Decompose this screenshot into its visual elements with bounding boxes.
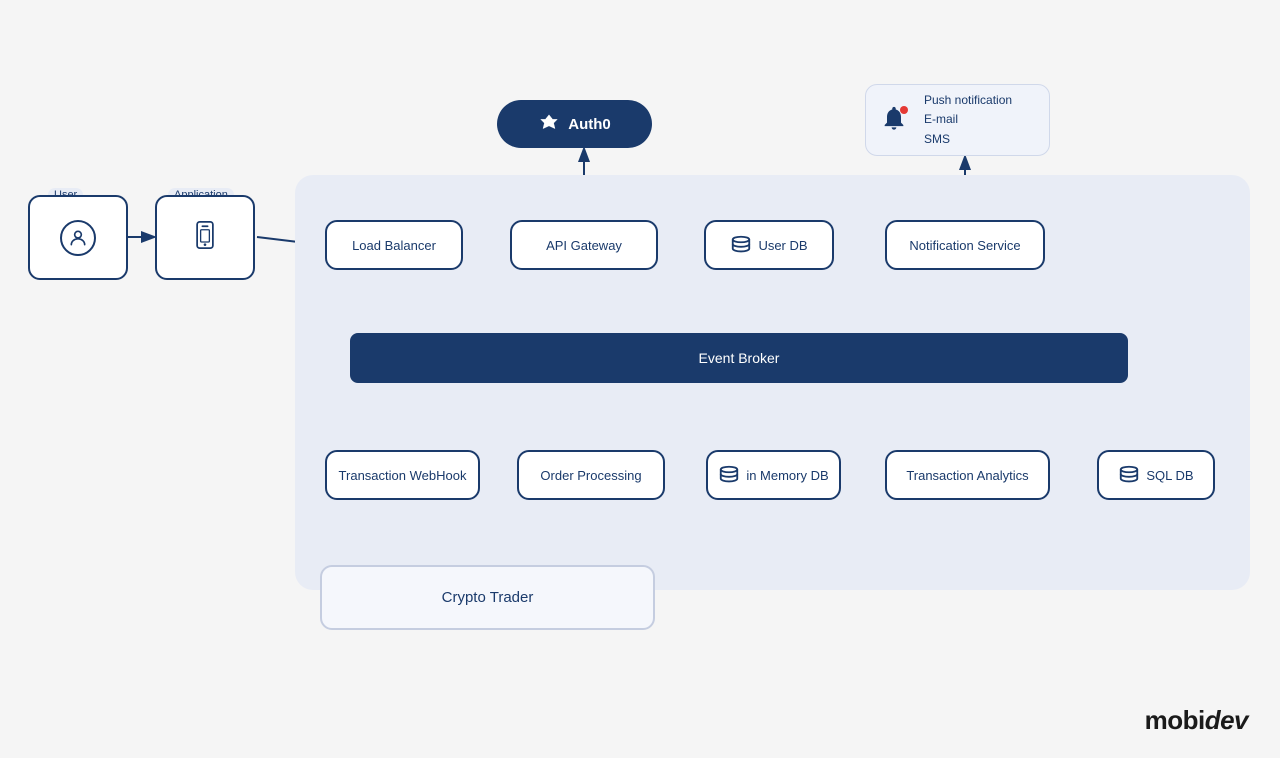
in-memory-db-icon	[718, 464, 740, 486]
user-db-label: User DB	[758, 238, 807, 253]
mobidev-logo: mobidev	[1145, 705, 1248, 736]
transaction-webhook-node: Transaction WebHook	[325, 450, 480, 500]
application-node	[155, 195, 255, 280]
notification-text: Push notification E-mail SMS	[924, 91, 1012, 149]
api-gateway-node: API Gateway	[510, 220, 658, 270]
notification-service-label: Notification Service	[909, 238, 1020, 253]
auth0-label: Auth0	[568, 116, 611, 133]
notification-dot	[900, 106, 908, 114]
sql-db-label: SQL DB	[1146, 468, 1193, 483]
in-memory-db-label: in Memory DB	[746, 468, 828, 483]
auth0-icon	[538, 113, 560, 135]
notification-service-node: Notification Service	[885, 220, 1045, 270]
phone-icon	[194, 221, 216, 255]
in-memory-db-node: in Memory DB	[706, 450, 841, 500]
user-person-icon	[60, 220, 96, 256]
load-balancer-node: Load Balancer	[325, 220, 463, 270]
auth0-node: Auth0	[497, 100, 652, 148]
transaction-webhook-label: Transaction WebHook	[339, 468, 467, 483]
user-db-icon	[730, 234, 752, 256]
diagram-area: Auth0 Push notification E-mail SMS User …	[0, 0, 1280, 758]
event-broker-label: Event Broker	[699, 350, 780, 366]
event-broker-node: Event Broker	[350, 333, 1128, 383]
sql-db-icon	[1118, 464, 1140, 486]
logo-mobi: mobi	[1145, 705, 1205, 735]
load-balancer-label: Load Balancer	[352, 238, 436, 253]
sql-db-node: SQL DB	[1097, 450, 1215, 500]
transaction-analytics-label: Transaction Analytics	[906, 468, 1028, 483]
user-node	[28, 195, 128, 280]
bell-icon	[880, 104, 912, 136]
transaction-analytics-node: Transaction Analytics	[885, 450, 1050, 500]
user-db-node: User DB	[704, 220, 834, 270]
notification-info-box: Push notification E-mail SMS	[865, 84, 1050, 156]
crypto-trader-label: Crypto Trader	[442, 589, 534, 606]
order-processing-label: Order Processing	[540, 468, 641, 483]
order-processing-node: Order Processing	[517, 450, 665, 500]
logo-dev: dev	[1205, 705, 1248, 735]
crypto-trader-node: Crypto Trader	[320, 565, 655, 630]
api-gateway-label: API Gateway	[546, 238, 622, 253]
